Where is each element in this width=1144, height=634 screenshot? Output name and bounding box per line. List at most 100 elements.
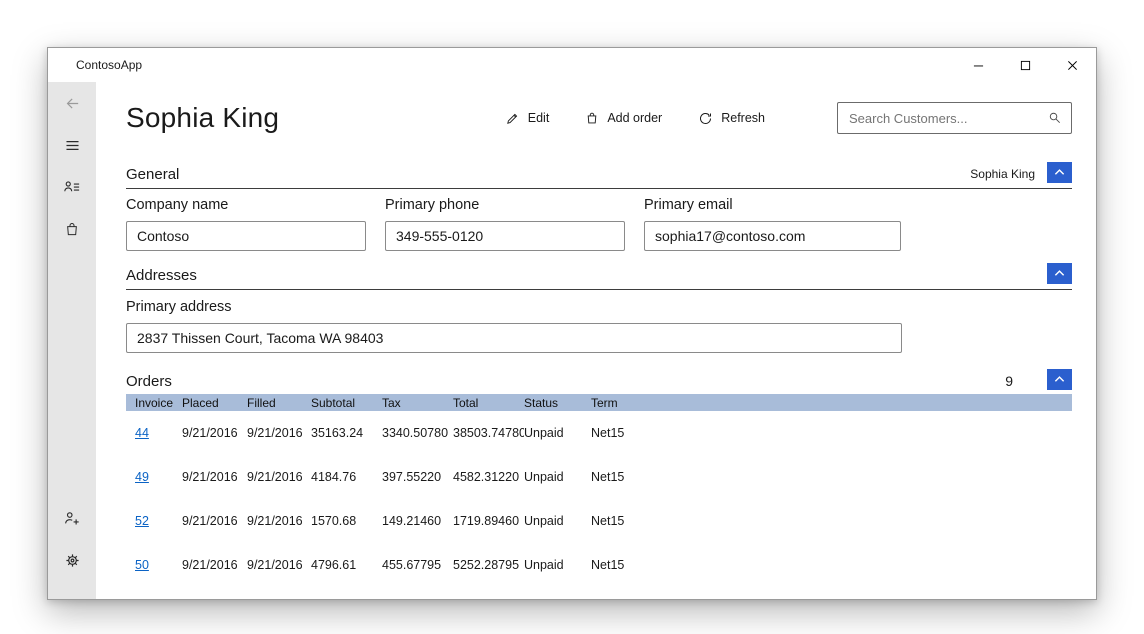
cell-subtotal: 35163.24: [311, 426, 382, 440]
general-fields: Company name Primary phone Primary email: [126, 197, 1072, 251]
table-row[interactable]: 49 9/21/2016 9/21/2016 4184.76 397.55220…: [126, 455, 1072, 499]
field-company-name: Company name: [126, 197, 366, 251]
nav-rail: [48, 82, 96, 599]
orders-collapse-button[interactable]: [1047, 369, 1072, 390]
orders-table-header: Invoice Placed Filled Subtotal Tax Total…: [126, 394, 1072, 411]
column-header-placed: Placed: [182, 396, 247, 410]
minimize-button[interactable]: [955, 48, 1002, 82]
nav-menu-button[interactable]: [48, 124, 96, 166]
primary-phone-input[interactable]: [385, 221, 625, 251]
maximize-icon: [1020, 60, 1031, 71]
back-button[interactable]: [48, 82, 96, 124]
cell-total: 38503.74780: [453, 426, 524, 440]
orders-section-header: Orders 9: [126, 369, 1072, 394]
cell-status: Unpaid: [524, 470, 591, 484]
edit-button[interactable]: Edit: [505, 111, 550, 126]
cell-filled: 9/21/2016: [247, 558, 311, 572]
invoice-link[interactable]: 44: [135, 426, 149, 440]
search-icon[interactable]: [1048, 111, 1062, 125]
cell-status: Unpaid: [524, 426, 591, 440]
sidebar-item-customers[interactable]: [48, 166, 96, 208]
primary-address-input[interactable]: [126, 323, 902, 353]
cell-filled: 9/21/2016: [247, 470, 311, 484]
cell-invoice: 50: [126, 558, 182, 572]
cell-filled: 9/21/2016: [247, 514, 311, 528]
section-orders: Orders 9 Invoice Placed Filled Subtotal …: [126, 353, 1072, 599]
addresses-collapse-button[interactable]: [1047, 263, 1072, 284]
add-order-button[interactable]: Add order: [585, 111, 662, 125]
table-row[interactable]: 44 9/21/2016 9/21/2016 35163.24 3340.507…: [126, 411, 1072, 455]
general-collapse-button[interactable]: [1047, 162, 1072, 183]
cell-placed: 9/21/2016: [182, 558, 247, 572]
hamburger-icon: [64, 137, 81, 154]
search-box: [837, 102, 1072, 134]
column-header-total: Total: [453, 396, 524, 410]
column-header-filled: Filled: [247, 396, 311, 410]
column-header-subtotal: Subtotal: [311, 396, 382, 410]
page-header: Sophia King Edit: [126, 98, 1072, 138]
minimize-icon: [973, 60, 984, 71]
cell-term: Net15: [591, 514, 1072, 528]
section-title: Orders: [126, 373, 172, 390]
cell-invoice: 52: [126, 514, 182, 528]
cell-filled: 9/21/2016: [247, 426, 311, 440]
search-input[interactable]: [849, 111, 1048, 126]
contact-list-icon: [63, 178, 81, 196]
invoice-link[interactable]: 50: [135, 558, 149, 572]
section-general: General Sophia King Company name Primar: [126, 138, 1072, 251]
cell-total: 1719.89460: [453, 514, 524, 528]
company-name-input[interactable]: [126, 221, 366, 251]
app-title: ContosoApp: [76, 58, 142, 72]
cell-total: 5252.28795: [453, 558, 524, 572]
refresh-button[interactable]: Refresh: [698, 111, 765, 126]
table-row[interactable]: 52 9/21/2016 9/21/2016 1570.68 149.21460…: [126, 499, 1072, 543]
cell-subtotal: 4184.76: [311, 470, 382, 484]
close-button[interactable]: [1049, 48, 1096, 82]
column-header-status: Status: [524, 396, 591, 410]
section-addresses: Addresses Primary address: [126, 251, 1072, 353]
cell-placed: 9/21/2016: [182, 470, 247, 484]
cell-subtotal: 4796.61: [311, 558, 382, 572]
chevron-up-icon: [1053, 267, 1066, 280]
cell-term: Net15: [591, 558, 1072, 572]
primary-address-label: Primary address: [126, 299, 1072, 315]
cell-term: Net15: [591, 426, 1072, 440]
cell-status: Unpaid: [524, 558, 591, 572]
customer-detail-page: Sophia King Edit: [96, 82, 1096, 599]
arrow-left-icon: [64, 95, 81, 112]
orders-count: 9: [1005, 373, 1013, 390]
primary-email-input[interactable]: [644, 221, 901, 251]
add-order-label: Add order: [607, 111, 662, 125]
company-name-label: Company name: [126, 197, 366, 213]
bag-icon: [585, 111, 599, 125]
page-title: Sophia King: [126, 102, 279, 134]
field-primary-phone: Primary phone: [385, 197, 625, 251]
cell-tax: 149.21460: [382, 514, 453, 528]
table-row[interactable]: 50 9/21/2016 9/21/2016 4796.61 455.67795…: [126, 543, 1072, 587]
primary-phone-label: Primary phone: [385, 197, 625, 213]
window-controls: [955, 48, 1096, 82]
invoice-link[interactable]: 52: [135, 514, 149, 528]
add-customer-button[interactable]: [48, 497, 96, 539]
title-bar: ContosoApp: [48, 48, 1096, 82]
cell-term: Net15: [591, 470, 1072, 484]
chevron-up-icon: [1053, 166, 1066, 179]
cell-subtotal: 1570.68: [311, 514, 382, 528]
general-section-header: General Sophia King: [126, 162, 1072, 189]
table-row[interactable]: 53 9/21/2016 9/21/2016 1520.64 144.46080…: [126, 587, 1072, 599]
command-bar: Edit Add order: [505, 102, 1072, 134]
cell-placed: 9/21/2016: [182, 514, 247, 528]
primary-email-label: Primary email: [644, 197, 901, 213]
refresh-label: Refresh: [721, 111, 765, 125]
addresses-section-header: Addresses: [126, 263, 1072, 290]
maximize-button[interactable]: [1002, 48, 1049, 82]
refresh-icon: [698, 111, 713, 126]
window-body: Sophia King Edit: [48, 82, 1096, 599]
close-icon: [1067, 60, 1078, 71]
person-add-icon: [63, 509, 81, 527]
cell-invoice: 44: [126, 426, 182, 440]
sidebar-item-orders[interactable]: [48, 208, 96, 250]
invoice-link[interactable]: 49: [135, 470, 149, 484]
cell-tax: 3340.50780: [382, 426, 453, 440]
settings-button[interactable]: [48, 539, 96, 581]
